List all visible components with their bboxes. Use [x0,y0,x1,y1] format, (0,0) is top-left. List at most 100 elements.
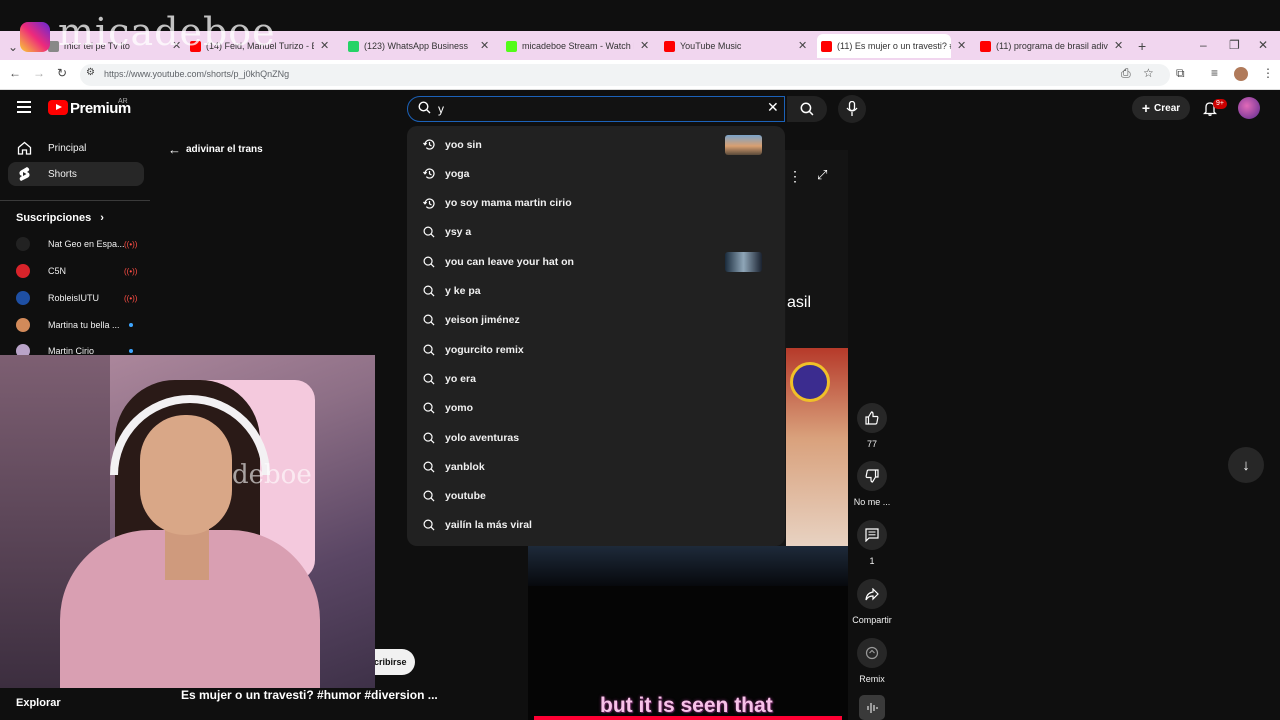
minimize-button[interactable]: – [1200,38,1207,52]
subscription-item[interactable]: RobleisIUTU ((•)) [16,288,140,308]
search-icon [422,518,436,532]
forward-arrow-icon[interactable]: → [33,66,45,80]
comments-button[interactable]: 1 [852,520,892,566]
search-suggestion[interactable]: you can leave your hat on [407,247,785,276]
remix-label: Remix [859,674,885,684]
url-text[interactable]: https://www.youtube.com/shorts/p_j0khQnZ… [104,69,289,79]
arrow-down-icon: ↓ [1242,456,1250,474]
suggestion-text: you can leave your hat on [445,255,574,268]
search-suggestion[interactable]: yo soy mama martin cirio [407,189,785,218]
suggestion-text: yo era [445,372,476,385]
search-suggestion[interactable]: yanblok [407,452,785,481]
tab-label: YouTube Music [680,41,742,51]
tab-close-icon[interactable]: ✕ [640,39,649,52]
install-app-icon[interactable]: ⎙ [1121,66,1131,81]
voice-search-button[interactable] [838,95,866,123]
browser-tab[interactable]: (123) WhatsApp Business [344,34,474,58]
fullscreen-icon[interactable]: ⤢ [817,167,827,183]
explore-heading[interactable]: Explorar [16,697,61,709]
search-suggestion[interactable]: yeison jiménez [407,306,785,335]
search-suggestion[interactable]: yo era [407,364,785,393]
account-avatar[interactable] [1238,97,1260,119]
share-button[interactable]: Compartir [852,579,892,625]
tab-favicon-icon [980,40,991,52]
new-content-dot-icon [129,349,133,353]
short-title[interactable]: Es mujer o un travesti? #humor #diversio… [181,688,438,702]
search-suggestion[interactable]: yogurcito remix [407,335,785,364]
search-suggestion[interactable]: yomo [407,394,785,423]
subscriptions-heading[interactable]: Suscripciones › [16,212,104,224]
tab-label: (11) Es mujer o un travesti? #h [837,41,951,51]
sidebar-item-shorts[interactable]: Shorts [8,162,144,186]
search-suggestion[interactable]: ysy a [407,218,785,247]
search-suggestion[interactable]: yolo aventuras [407,423,785,452]
browser-tab[interactable]: (11) programa de brasil adivina [976,34,1108,58]
maximize-button[interactable]: ❐ [1229,38,1240,52]
like-button[interactable]: 77 [852,403,892,449]
dislike-button[interactable]: No me ... [852,461,892,507]
sound-thumbnail-icon[interactable] [859,695,885,720]
back-link-label: adivinar el trans [186,144,263,155]
suggestion-thumbnail[interactable] [725,134,762,155]
site-info-icon[interactable]: ⚙ [86,67,95,78]
bookmark-star-icon[interactable]: ☆ [1143,66,1154,80]
search-suggestion[interactable]: yoga [407,159,785,188]
back-to-search-link[interactable]: ← adivinar el trans [168,142,263,157]
youtube-logo-icon[interactable] [48,100,68,115]
like-count: 77 [866,439,877,449]
reload-icon[interactable]: ↻ [57,66,67,80]
share-icon [857,579,887,609]
subscription-item[interactable]: C5N ((•)) [16,261,140,281]
suggestion-text: yolo aventuras [445,431,520,444]
new-tab-button[interactable]: + [1138,38,1146,54]
sidebar-item-principal[interactable]: Principal [8,136,144,160]
extensions-icon[interactable]: ⧉ [1176,66,1185,81]
suggestion-text: yo soy mama martin cirio [445,197,572,210]
hamburger-menu-icon[interactable] [17,101,31,113]
suggestion-text: yoga [445,167,470,180]
region-code: AR [118,98,128,105]
profile-avatar[interactable] [1234,67,1248,81]
clear-search-icon[interactable]: ✕ [767,99,779,116]
channel-name: RobleisIUTU [48,293,100,303]
live-indicator-icon: ((•)) [124,239,138,249]
subscription-item[interactable]: Martina tu bella ... [16,315,140,335]
suggestion-text: youtube [445,490,486,503]
suggestion-text: yomo [445,402,474,415]
tab-favicon-icon [664,40,675,52]
remix-icon [857,638,887,668]
browser-tab[interactable]: (11) Es mujer o un travesti? #h [817,34,951,58]
tab-close-icon[interactable]: ✕ [1114,39,1123,52]
suggestion-text: y ke pa [445,285,481,297]
suggestion-text: ysy a [445,226,472,239]
remix-button[interactable]: Remix [852,638,892,684]
browser-menu-icon[interactable]: ⋮ [1262,66,1274,80]
search-icon [422,431,436,445]
search-button[interactable] [787,96,827,122]
video-progress-bar[interactable] [534,716,842,720]
search-suggestion[interactable]: yailín la más viral [407,511,785,540]
search-suggestion[interactable]: youtube [407,482,785,511]
search-suggestion[interactable]: yoo sin [407,130,785,159]
more-options-icon[interactable]: ⋮ [788,168,802,185]
browser-tab[interactable]: micadeboe Stream - Watch Live [502,34,634,58]
suggestion-thumbnail[interactable] [725,251,762,272]
browser-tab[interactable]: YouTube Music [660,34,792,58]
channel-avatar [16,237,30,251]
tab-list-chevron-icon[interactable]: ⌄ [8,40,18,54]
subscription-item[interactable]: Nat Geo en Espa... ((•)) [16,234,140,254]
search-suggestion[interactable]: y ke pa [407,277,785,306]
create-button[interactable]: + Crear [1132,96,1190,120]
tab-close-icon[interactable]: ✕ [320,39,329,52]
media-controls-icon[interactable]: ≡ [1211,66,1218,80]
suggestion-text: yoo sin [445,138,482,151]
tab-close-icon[interactable]: ✕ [798,39,807,52]
sidebar-divider [0,200,150,201]
tab-close-icon[interactable]: ✕ [480,39,489,52]
close-window-button[interactable]: ✕ [1258,38,1268,52]
back-arrow-icon[interactable]: ← [9,66,21,80]
next-video-button[interactable]: ↓ [1228,447,1264,483]
tab-close-icon[interactable]: ✕ [957,39,966,52]
subscriptions-title: Suscripciones [16,212,92,224]
search-input[interactable] [438,101,738,117]
